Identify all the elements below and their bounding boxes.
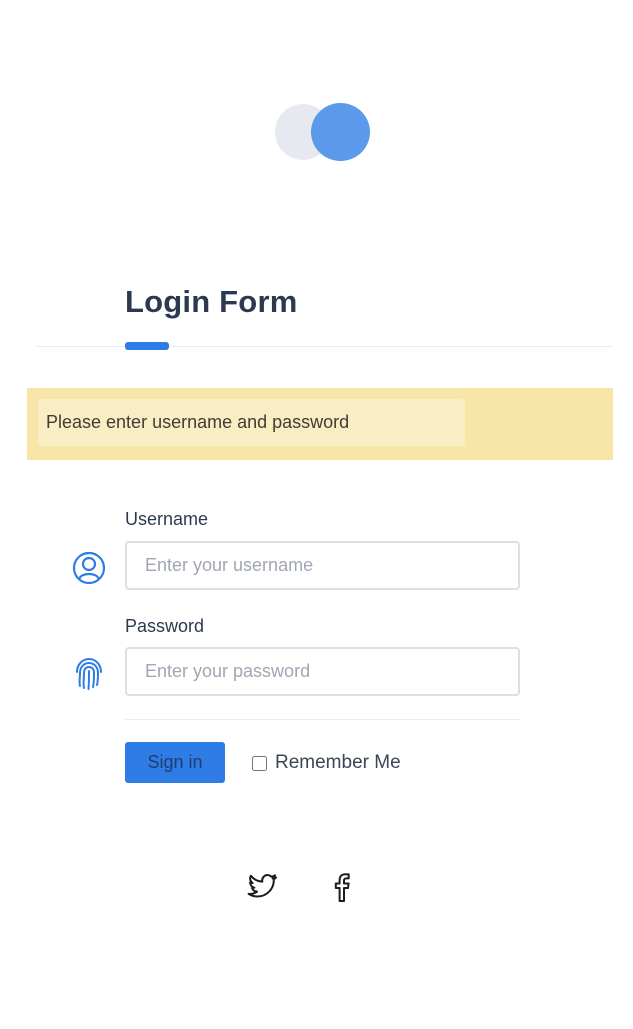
user-circle-icon <box>72 551 106 585</box>
app-logo <box>275 103 371 161</box>
password-input[interactable] <box>125 647 520 696</box>
fingerprint-icon <box>76 657 102 690</box>
facebook-icon <box>334 873 350 902</box>
alert-message: Please enter username and password <box>38 399 465 446</box>
facebook-link[interactable] <box>324 868 360 904</box>
username-input[interactable] <box>125 541 520 590</box>
logo-front-circle <box>311 103 370 161</box>
password-label: Password <box>125 616 205 636</box>
page-title: Login Form <box>125 284 298 319</box>
username-label: Username <box>125 509 209 529</box>
remember-me-label: Remember Me <box>275 752 401 773</box>
twitter-link[interactable] <box>244 868 280 904</box>
remember-me-checkbox[interactable] <box>252 755 267 771</box>
form-divider <box>125 719 520 720</box>
twitter-icon <box>247 874 277 898</box>
sign-in-button[interactable]: Sign in <box>125 742 225 783</box>
remember-me[interactable]: Remember Me <box>252 750 401 776</box>
header-divider <box>36 346 613 347</box>
alert-banner: Please enter username and password <box>27 388 613 460</box>
title-underline <box>125 342 169 350</box>
login-page: Login Form Please enter username and pas… <box>0 0 633 1029</box>
